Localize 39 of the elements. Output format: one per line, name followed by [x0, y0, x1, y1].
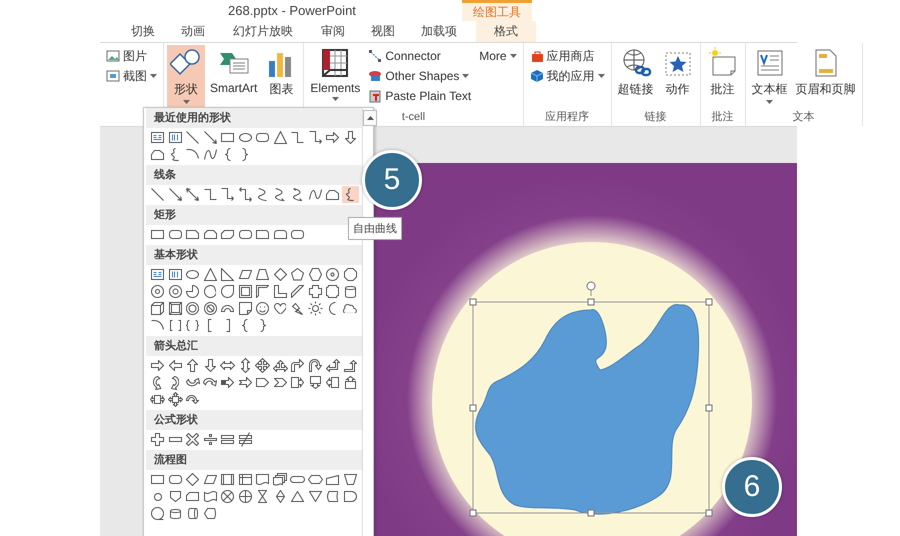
ribbon-button[interactable]: 截图 — [103, 67, 160, 85]
section-header: 公式形状 — [146, 410, 362, 430]
ribbon-button[interactable]: SmartArt — [207, 45, 260, 110]
tooltip: 自由曲线 — [348, 217, 402, 240]
ribbon-button[interactable]: 图片 — [103, 47, 160, 65]
ribbon-tab[interactable]: 切换 — [118, 21, 168, 42]
ribbon-button[interactable]: 形状 — [167, 45, 205, 110]
ribbon-button[interactable]: 应用商店 — [526, 47, 608, 65]
section-header: 线条 — [146, 165, 362, 185]
section-header: 最近使用的形状 — [146, 108, 362, 128]
ribbon-button[interactable]: 图表 — [262, 45, 300, 110]
window-title: 268.pptx - PowerPoint — [228, 3, 356, 20]
ribbon-tab[interactable]: 视图 — [358, 21, 408, 42]
context-tab-label: 绘图工具 — [462, 0, 532, 21]
ribbon-button[interactable]: More — [476, 47, 520, 65]
group-label: 文本 — [792, 110, 815, 125]
ribbon-button[interactable]: 批注 — [704, 45, 742, 110]
ribbon-button[interactable]: Paste Plain Text — [365, 87, 474, 105]
section-header: 基本形状 — [146, 245, 362, 265]
ribbon-button[interactable]: Other Shapes — [365, 67, 474, 85]
ribbon-tab[interactable]: 幻灯片放映 — [218, 21, 308, 42]
section-header: 箭头总汇 — [146, 336, 362, 356]
ribbon-tab[interactable]: 加载项 — [408, 21, 470, 42]
group-label: 链接 — [644, 110, 667, 125]
group-label: t-cell — [402, 110, 426, 125]
ribbon-button[interactable]: 动作 — [658, 45, 697, 110]
ribbon-tab[interactable]: 审阅 — [308, 21, 358, 42]
ribbon-button[interactable]: 页眉和页脚 — [792, 45, 859, 110]
group-label: 应用程序 — [545, 110, 590, 125]
ribbon-tab[interactable]: 格式 — [476, 21, 536, 42]
ribbon-button[interactable]: 我的应用 — [526, 67, 608, 85]
section-header: 矩形 — [146, 205, 362, 225]
section-header: 流程图 — [146, 450, 362, 470]
ribbon-button[interactable]: 超链接 — [614, 45, 657, 110]
ribbon-tab[interactable]: 动画 — [168, 21, 218, 42]
ribbon-button[interactable]: Elements — [307, 45, 364, 110]
group-label: 批注 — [712, 110, 734, 125]
ribbon-button[interactable]: 文本框 — [748, 45, 791, 110]
ribbon-button[interactable]: Connector — [365, 47, 474, 65]
